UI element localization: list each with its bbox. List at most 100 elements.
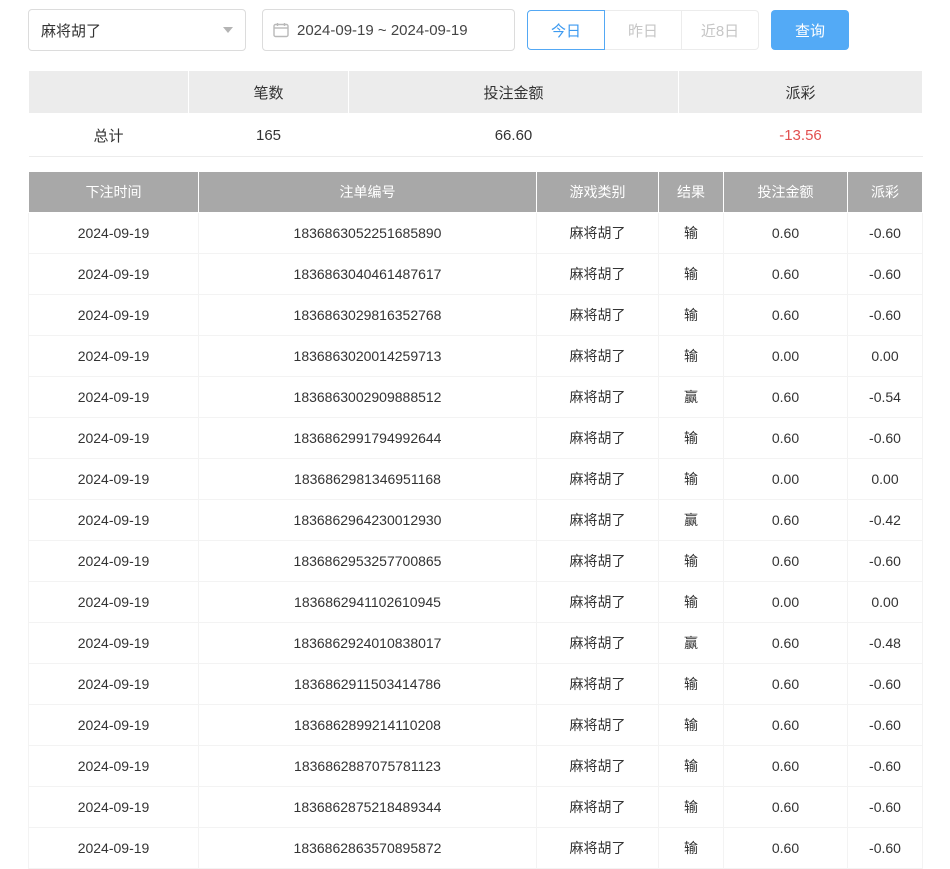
cell-bet-time: 2024-09-19 <box>29 541 199 582</box>
cell-result: 输 <box>659 828 724 869</box>
cell-game-type: 麻将胡了 <box>537 623 659 664</box>
table-row: 2024-09-191836862863570895872麻将胡了输0.60-0… <box>29 828 923 869</box>
cell-game-type: 麻将胡了 <box>537 213 659 254</box>
cell-game-type: 麻将胡了 <box>537 418 659 459</box>
table-row: 2024-09-191836862875218489344麻将胡了输0.60-0… <box>29 787 923 828</box>
cell-payout: -0.60 <box>848 213 923 254</box>
cell-game-type: 麻将胡了 <box>537 787 659 828</box>
summary-table: 笔数 投注金额 派彩 总计 165 66.60 -13.56 <box>28 70 923 157</box>
cell-bet-amount: 0.60 <box>724 623 848 664</box>
cell-bet-time: 2024-09-19 <box>29 377 199 418</box>
cell-payout: -0.60 <box>848 254 923 295</box>
cell-bet-time: 2024-09-19 <box>29 664 199 705</box>
cell-bet-amount: 0.00 <box>724 336 848 377</box>
summary-total-row: 总计 165 66.60 -13.56 <box>29 114 923 157</box>
bet-table-body: 2024-09-191836863052251685890麻将胡了输0.60-0… <box>29 213 923 869</box>
cell-payout: -0.60 <box>848 787 923 828</box>
table-row: 2024-09-191836863040461487617麻将胡了输0.60-0… <box>29 254 923 295</box>
cell-bet-amount: 0.60 <box>724 787 848 828</box>
cell-payout: -0.60 <box>848 828 923 869</box>
table-row: 2024-09-191836862899214110208麻将胡了输0.60-0… <box>29 705 923 746</box>
table-row: 2024-09-191836862953257700865麻将胡了输0.60-0… <box>29 541 923 582</box>
cell-result: 输 <box>659 213 724 254</box>
yesterday-button[interactable]: 昨日 <box>604 10 682 50</box>
cell-bet-time: 2024-09-19 <box>29 254 199 295</box>
cell-bet-time: 2024-09-19 <box>29 418 199 459</box>
cell-payout: -0.42 <box>848 500 923 541</box>
table-row: 2024-09-191836863029816352768麻将胡了输0.60-0… <box>29 295 923 336</box>
cell-result: 输 <box>659 295 724 336</box>
cell-result: 输 <box>659 336 724 377</box>
cell-bet-amount: 0.60 <box>724 254 848 295</box>
cell-bet-amount: 0.60 <box>724 213 848 254</box>
cell-result: 输 <box>659 746 724 787</box>
summary-header-row: 笔数 投注金额 派彩 <box>29 71 923 114</box>
cell-game-type: 麻将胡了 <box>537 254 659 295</box>
table-row: 2024-09-191836862981346951168麻将胡了输0.000.… <box>29 459 923 500</box>
cell-game-type: 麻将胡了 <box>537 541 659 582</box>
cell-bet-time: 2024-09-19 <box>29 623 199 664</box>
cell-game-type: 麻将胡了 <box>537 500 659 541</box>
summary-total-label: 总计 <box>29 114 189 157</box>
table-row: 2024-09-191836863020014259713麻将胡了输0.000.… <box>29 336 923 377</box>
cell-payout: 0.00 <box>848 336 923 377</box>
cell-game-type: 麻将胡了 <box>537 828 659 869</box>
cell-result: 赢 <box>659 500 724 541</box>
cell-bet-amount: 0.60 <box>724 664 848 705</box>
cell-order-id: 1836862953257700865 <box>199 541 537 582</box>
cell-payout: -0.60 <box>848 418 923 459</box>
cell-result: 赢 <box>659 623 724 664</box>
cell-payout: -0.60 <box>848 746 923 787</box>
cell-order-id: 1836862887075781123 <box>199 746 537 787</box>
today-button[interactable]: 今日 <box>527 10 605 50</box>
cell-game-type: 麻将胡了 <box>537 295 659 336</box>
cell-order-id: 1836862941102610945 <box>199 582 537 623</box>
filter-toolbar: 麻将胡了 2024-09-19 ~ 2024-09-19 今日 昨日 近8日 查… <box>28 10 922 50</box>
cell-game-type: 麻将胡了 <box>537 746 659 787</box>
cell-result: 输 <box>659 705 724 746</box>
cell-bet-time: 2024-09-19 <box>29 295 199 336</box>
cell-order-id: 1836862924010838017 <box>199 623 537 664</box>
summary-header-blank <box>29 71 189 114</box>
cell-bet-amount: 0.60 <box>724 746 848 787</box>
cell-payout: 0.00 <box>848 582 923 623</box>
cell-payout: -0.60 <box>848 664 923 705</box>
cell-bet-time: 2024-09-19 <box>29 705 199 746</box>
cell-result: 输 <box>659 418 724 459</box>
cell-order-id: 1836862911503414786 <box>199 664 537 705</box>
last-8-days-button[interactable]: 近8日 <box>681 10 759 50</box>
bet-records-page: 麻将胡了 2024-09-19 ~ 2024-09-19 今日 昨日 近8日 查… <box>0 0 950 869</box>
query-button[interactable]: 查询 <box>771 10 849 50</box>
summary-total-count: 165 <box>189 114 349 157</box>
cell-bet-time: 2024-09-19 <box>29 213 199 254</box>
cell-bet-amount: 0.60 <box>724 418 848 459</box>
col-header-bet-time: 下注时间 <box>29 172 199 213</box>
date-range-input[interactable]: 2024-09-19 ~ 2024-09-19 <box>262 9 515 51</box>
table-row: 2024-09-191836862924010838017麻将胡了赢0.60-0… <box>29 623 923 664</box>
summary-header-payout: 派彩 <box>679 71 923 114</box>
game-select[interactable]: 麻将胡了 <box>28 9 246 51</box>
cell-order-id: 1836862899214110208 <box>199 705 537 746</box>
cell-payout: 0.00 <box>848 459 923 500</box>
summary-header-count: 笔数 <box>189 71 349 114</box>
cell-result: 输 <box>659 664 724 705</box>
cell-game-type: 麻将胡了 <box>537 336 659 377</box>
cell-order-id: 1836863029816352768 <box>199 295 537 336</box>
cell-payout: -0.48 <box>848 623 923 664</box>
cell-result: 输 <box>659 459 724 500</box>
cell-bet-amount: 0.00 <box>724 459 848 500</box>
table-row: 2024-09-191836862964230012930麻将胡了赢0.60-0… <box>29 500 923 541</box>
cell-bet-time: 2024-09-19 <box>29 828 199 869</box>
col-header-game-type: 游戏类别 <box>537 172 659 213</box>
table-row: 2024-09-191836863052251685890麻将胡了输0.60-0… <box>29 213 923 254</box>
cell-bet-time: 2024-09-19 <box>29 582 199 623</box>
cell-result: 赢 <box>659 377 724 418</box>
cell-game-type: 麻将胡了 <box>537 377 659 418</box>
col-header-result: 结果 <box>659 172 724 213</box>
quick-date-group: 今日 昨日 近8日 <box>527 10 759 50</box>
cell-bet-time: 2024-09-19 <box>29 787 199 828</box>
col-header-payout: 派彩 <box>848 172 923 213</box>
cell-payout: -0.60 <box>848 541 923 582</box>
cell-order-id: 1836862981346951168 <box>199 459 537 500</box>
chevron-down-icon <box>223 27 233 33</box>
